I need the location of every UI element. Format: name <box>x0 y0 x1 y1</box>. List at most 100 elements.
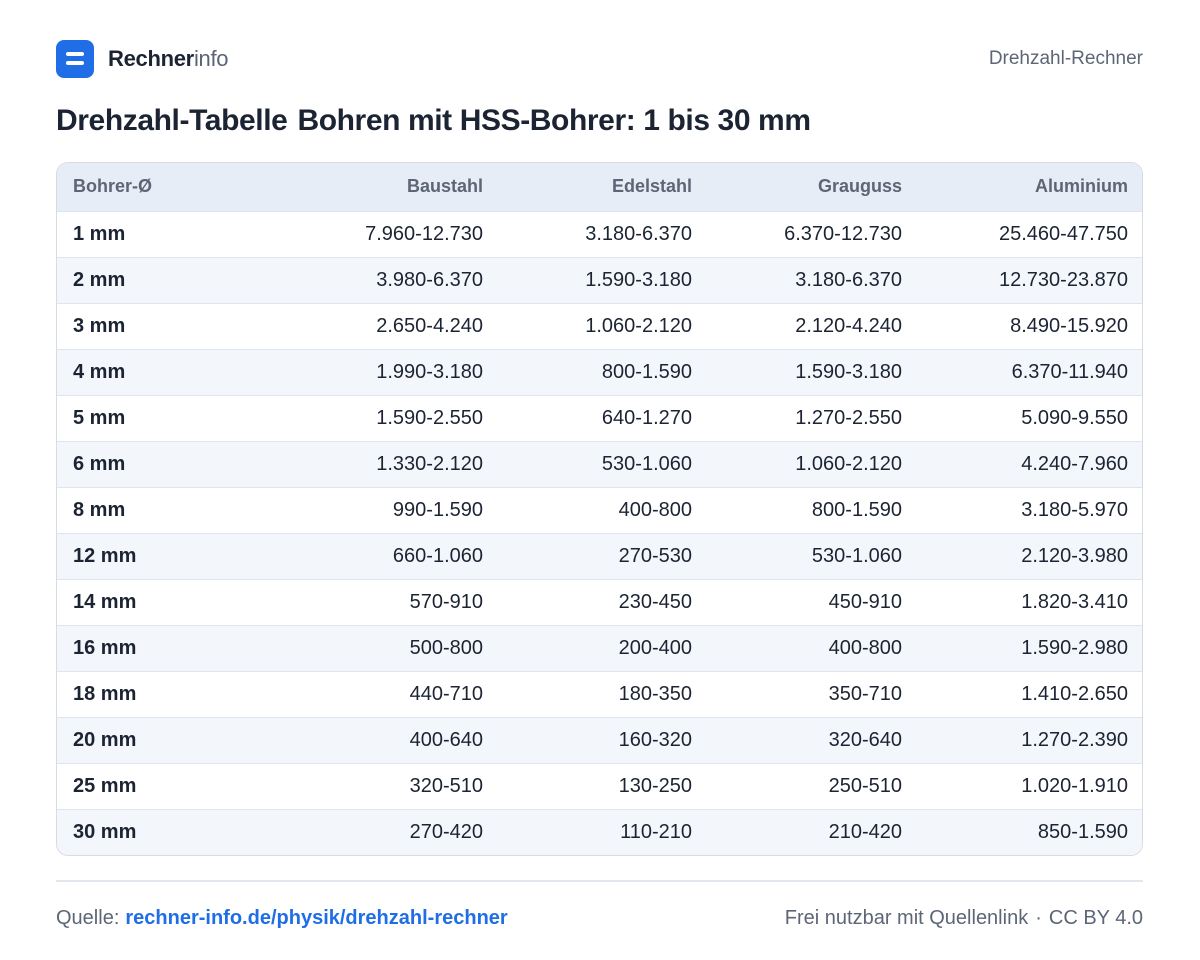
footer-divider <box>56 880 1143 882</box>
column-header-aluminium: Aluminium <box>1035 176 1128 197</box>
aluminium-cell: 5.090-9.550 <box>1021 406 1128 429</box>
diameter-cell: 8 mm <box>73 498 126 521</box>
source-link[interactable]: rechner-info.de/physik/drehzahl-rechner <box>125 907 507 929</box>
baustahl-cell: 1.330-2.120 <box>376 452 483 475</box>
table-row: 3 mm 2.650-4.240 1.060-2.120 2.120-4.240 8.4… <box>57 303 1142 349</box>
grauguss-cell: 530-1.060 <box>811 544 902 567</box>
table-header-row: Bohrer-Ø Baustahl Edelstahl Grauguss Alu… <box>57 163 1142 211</box>
diameter-cell: 20 mm <box>73 728 137 751</box>
edelstahl-cell: 160-320 <box>618 728 692 751</box>
table-row: 8 mm 990-1.590 400-800 800-1.590 3.180-5.970 <box>57 487 1142 533</box>
grauguss-cell: 2.120-4.240 <box>795 314 902 337</box>
license-separator: · <box>1035 906 1042 929</box>
baustahl-cell: 990-1.590 <box>392 498 483 521</box>
diameter-cell: 30 mm <box>73 820 137 843</box>
table-row: 4 mm 1.990-3.180 800-1.590 1.590-3.180 6.370… <box>57 349 1142 395</box>
grauguss-cell: 350-710 <box>828 682 902 705</box>
table-row: 12 mm 660-1.060 270-530 530-1.060 2.120-3.98… <box>57 533 1142 579</box>
table-row: 25 mm 320-510 130-250 250-510 1.020-1.910 <box>57 763 1142 809</box>
aluminium-cell: 1.270-2.390 <box>1021 728 1128 751</box>
aluminium-cell: 25.460-47.750 <box>998 222 1128 245</box>
grauguss-cell: 800-1.590 <box>811 498 902 521</box>
table-row: 30 mm 270-420 110-210 210-420 850-1.590 <box>57 809 1142 855</box>
aluminium-cell: 1.820-3.410 <box>1021 590 1128 613</box>
grauguss-cell: 450-910 <box>828 590 902 613</box>
baustahl-cell: 1.590-2.550 <box>376 406 483 429</box>
edelstahl-cell: 640-1.270 <box>601 406 692 429</box>
baustahl-cell: 3.980-6.370 <box>376 268 483 291</box>
aluminium-cell: 1.020-1.910 <box>1021 774 1128 797</box>
grauguss-cell: 1.060-2.120 <box>795 452 902 475</box>
table-row: 5 mm 1.590-2.550 640-1.270 1.270-2.550 5.090… <box>57 395 1142 441</box>
edelstahl-cell: 530-1.060 <box>601 452 692 475</box>
column-header-baustahl: Baustahl <box>406 176 483 197</box>
grauguss-cell: 320-640 <box>828 728 902 751</box>
baustahl-cell: 270-420 <box>409 820 483 843</box>
source-label: Quelle: <box>56 906 120 929</box>
header-calculator-link[interactable]: Drehzahl-Rechner <box>989 48 1143 70</box>
baustahl-cell: 660-1.060 <box>392 544 483 567</box>
table-row: 14 mm 570-910 230-450 450-910 1.820-3.410 <box>57 579 1142 625</box>
brand-name-light: info <box>193 46 229 71</box>
column-header-diameter: Bohrer-Ø <box>73 176 153 197</box>
baustahl-cell: 570-910 <box>409 590 483 613</box>
diameter-cell: 6 mm <box>73 452 126 475</box>
baustahl-cell: 440-710 <box>409 682 483 705</box>
edelstahl-cell: 200-400 <box>618 636 692 659</box>
column-header-edelstahl: Edelstahl <box>611 176 692 197</box>
table-row: 18 mm 440-710 180-350 350-710 1.410-2.650 <box>57 671 1142 717</box>
grauguss-cell: 6.370-12.730 <box>784 222 902 245</box>
edelstahl-cell: 270-530 <box>618 544 692 567</box>
grauguss-cell: 1.270-2.550 <box>795 406 902 429</box>
edelstahl-cell: 1.060-2.120 <box>585 314 692 337</box>
edelstahl-cell: 400-800 <box>618 498 692 521</box>
rpm-table: Bohrer-Ø Baustahl Edelstahl Grauguss Alu… <box>57 163 1142 855</box>
column-header-grauguss: Grauguss <box>817 176 902 197</box>
diameter-cell: 16 mm <box>73 636 137 659</box>
logo-icon <box>56 40 94 78</box>
table-row: 2 mm 3.980-6.370 1.590-3.180 3.180-6.370 12.… <box>57 257 1142 303</box>
diameter-cell: 18 mm <box>73 682 137 705</box>
baustahl-cell: 400-640 <box>409 728 483 751</box>
diameter-cell: 12 mm <box>73 544 137 567</box>
page-footer: Quelle: rechner-info.de/physik/drehzahl-r… <box>56 904 1143 932</box>
diameter-cell: 3 mm <box>73 314 126 337</box>
grauguss-cell: 250-510 <box>828 774 902 797</box>
grauguss-cell: 400-800 <box>828 636 902 659</box>
brand-logo[interactable]: Rechnerinfo <box>56 40 229 78</box>
grauguss-cell: 3.180-6.370 <box>795 268 902 291</box>
baustahl-cell: 1.990-3.180 <box>376 360 483 383</box>
table-row: 1 mm 7.960-12.730 3.180-6.370 6.370-12.730 2… <box>57 211 1142 257</box>
edelstahl-cell: 110-210 <box>620 820 692 843</box>
license-label: CC BY 4.0 <box>1048 906 1143 929</box>
diameter-cell: 5 mm <box>73 406 126 429</box>
grauguss-cell: 210-420 <box>828 820 902 843</box>
edelstahl-cell: 230-450 <box>618 590 692 613</box>
baustahl-cell: 500-800 <box>409 636 483 659</box>
edelstahl-cell: 3.180-6.370 <box>585 222 692 245</box>
table-row: 20 mm 400-640 160-320 320-640 1.270-2.390 <box>57 717 1142 763</box>
diameter-cell: 25 mm <box>73 774 137 797</box>
edelstahl-cell: 130-250 <box>618 774 692 797</box>
table-row: 6 mm 1.330-2.120 530-1.060 1.060-2.120 4.240… <box>57 441 1142 487</box>
brand-name-bold: Rechner <box>108 46 194 71</box>
grauguss-cell: 1.590-3.180 <box>795 360 902 383</box>
aluminium-cell: 8.490-15.920 <box>1010 314 1128 337</box>
baustahl-cell: 2.650-4.240 <box>376 314 483 337</box>
license-info: Frei nutzbar mit Quellenlink · CC BY 4.0 <box>785 907 1143 930</box>
aluminium-cell: 4.240-7.960 <box>1021 452 1128 475</box>
table-row: 16 mm 500-800 200-400 400-800 1.590-2.980 <box>57 625 1142 671</box>
diameter-cell: 4 mm <box>73 360 126 383</box>
aluminium-cell: 2.120-3.980 <box>1021 544 1128 567</box>
baustahl-cell: 320-510 <box>409 774 483 797</box>
aluminium-cell: 1.410-2.650 <box>1021 682 1128 705</box>
title-part-1: Drehzahl-Tabelle <box>56 104 288 137</box>
page-title: Drehzahl-Tabelle Bohren mit HSS-Bohrer: 1… <box>56 104 811 138</box>
edelstahl-cell: 800-1.590 <box>601 360 692 383</box>
aluminium-cell: 850-1.590 <box>1037 820 1128 843</box>
diameter-cell: 2 mm <box>73 268 126 291</box>
aluminium-cell: 3.180-5.970 <box>1021 498 1128 521</box>
rpm-table-card: Bohrer-Ø Baustahl Edelstahl Grauguss Alu… <box>56 162 1143 856</box>
brand-name: Rechnerinfo <box>108 46 229 72</box>
diameter-cell: 1 mm <box>73 222 126 245</box>
